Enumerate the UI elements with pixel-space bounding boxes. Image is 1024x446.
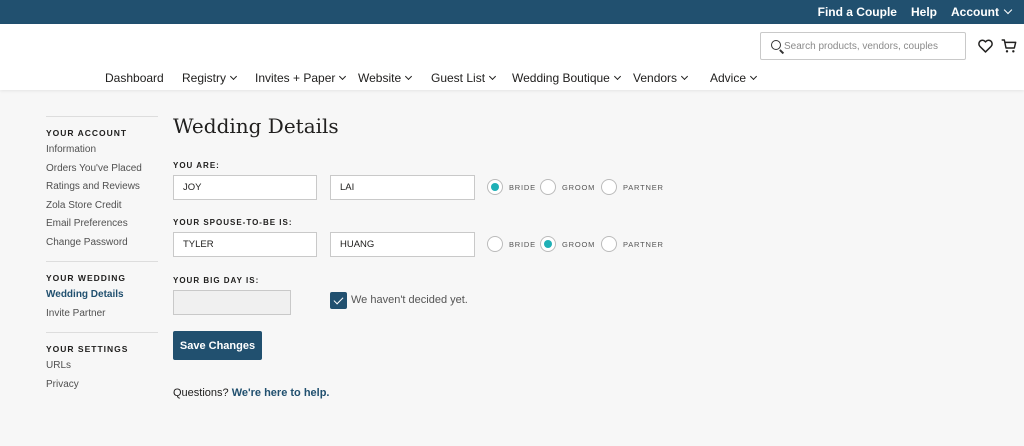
your-last-name-field[interactable]: [330, 175, 475, 200]
sidebar-item-change-password[interactable]: Change Password: [46, 234, 158, 253]
nav-invites-paper[interactable]: Invites + Paper: [255, 71, 347, 85]
your-role-radio-group: BRIDE: [487, 179, 536, 195]
undecided-checkbox[interactable]: [330, 292, 347, 309]
search-box[interactable]: [760, 32, 966, 60]
sidebar-item-email-preferences[interactable]: Email Preferences: [46, 215, 158, 234]
spouse-label: YOUR SPOUSE-TO-BE IS:: [173, 218, 293, 227]
nav-guest-list[interactable]: Guest List: [431, 71, 497, 85]
nav-label: Website: [358, 71, 402, 85]
radio-label: BRIDE: [509, 182, 536, 192]
your-first-name-field[interactable]: [173, 175, 317, 200]
spouse-role-groom-radio[interactable]: [540, 236, 556, 252]
account-label: Account: [951, 5, 999, 19]
spouse-role-partner-radio[interactable]: [601, 236, 617, 252]
radio-label: BRIDE: [509, 239, 536, 249]
help-footer: Questions? We're here to help.: [173, 387, 330, 399]
nav-registry[interactable]: Registry: [182, 71, 238, 85]
sidebar-item-privacy[interactable]: Privacy: [46, 376, 158, 395]
chevron-down-icon: [488, 72, 497, 81]
chevron-down-icon: [339, 72, 347, 81]
chevron-down-icon: [749, 72, 758, 81]
account-menu[interactable]: Account: [951, 5, 1013, 19]
nav-wedding-boutique[interactable]: Wedding Boutique: [512, 71, 621, 85]
search-icon: [771, 40, 781, 50]
your-role-radio-group: PARTNER: [601, 179, 664, 195]
account-sidebar: YOUR ACCOUNT Information Orders You've P…: [46, 116, 158, 394]
spouse-role-radio-group: BRIDE: [487, 236, 536, 252]
chevron-down-icon: [1003, 5, 1013, 15]
your-role-groom-radio[interactable]: [540, 179, 556, 195]
page-title: Wedding Details: [173, 114, 339, 138]
spouse-role-bride-radio[interactable]: [487, 236, 503, 252]
main-nav: Dashboard Registry Invites + Paper Websi…: [0, 69, 1024, 89]
wedding-date-field[interactable]: [173, 290, 291, 315]
cart-icon[interactable]: [1001, 38, 1017, 54]
sidebar-item-urls[interactable]: URLs: [46, 357, 158, 376]
help-link[interactable]: We're here to help.: [232, 387, 330, 399]
nav-website[interactable]: Website: [358, 71, 413, 85]
sidebar-section-title: YOUR SETTINGS: [46, 344, 129, 354]
sidebar-group-account: YOUR ACCOUNT Information Orders You've P…: [46, 116, 158, 252]
top-utility-bar: Find a Couple Help Account: [0, 0, 1024, 24]
radio-label: PARTNER: [623, 182, 664, 192]
sidebar-item-ratings[interactable]: Ratings and Reviews: [46, 178, 158, 197]
nav-advice[interactable]: Advice: [710, 71, 758, 85]
sidebar-item-orders[interactable]: Orders You've Placed: [46, 160, 158, 179]
nav-label: Registry: [182, 71, 227, 85]
nav-dashboard[interactable]: Dashboard: [105, 71, 164, 85]
spouse-role-radio-group: GROOM: [540, 236, 595, 252]
questions-text: Questions?: [173, 387, 229, 399]
sidebar-group-wedding: YOUR WEDDING Wedding Details Invite Part…: [46, 261, 158, 323]
nav-label: Guest List: [431, 71, 486, 85]
sidebar-group-settings: YOUR SETTINGS URLs Privacy: [46, 332, 158, 394]
nav-vendors[interactable]: Vendors: [633, 71, 689, 85]
help-link[interactable]: Help: [911, 5, 937, 19]
radio-label: PARTNER: [623, 239, 664, 249]
nav-label: Advice: [710, 71, 747, 85]
spouse-role-radio-group: PARTNER: [601, 236, 664, 252]
spouse-first-name-field[interactable]: [173, 232, 317, 257]
save-changes-button[interactable]: Save Changes: [173, 331, 262, 360]
sidebar-section-title: YOUR WEDDING: [46, 273, 126, 283]
chevron-down-icon: [613, 72, 621, 81]
undecided-label: We haven't decided yet.: [351, 294, 468, 306]
your-role-radio-group: GROOM: [540, 179, 595, 195]
nav-label: Wedding Boutique: [512, 71, 610, 85]
top-links: Find a Couple Help Account: [818, 0, 1013, 24]
heart-icon[interactable]: [978, 39, 993, 53]
you-are-label: YOU ARE:: [173, 161, 220, 170]
site-header: Dashboard Registry Invites + Paper Websi…: [0, 24, 1024, 90]
nav-label: Dashboard: [105, 71, 164, 85]
search-input[interactable]: [784, 33, 962, 59]
big-day-label: YOUR BIG DAY IS:: [173, 276, 260, 285]
spouse-last-name-field[interactable]: [330, 232, 475, 257]
chevron-down-icon: [681, 72, 689, 81]
your-role-bride-radio[interactable]: [487, 179, 503, 195]
radio-label: GROOM: [562, 239, 596, 249]
sidebar-item-wedding-details[interactable]: Wedding Details: [46, 286, 158, 305]
chevron-down-icon: [405, 72, 413, 81]
find-couple-link[interactable]: Find a Couple: [818, 5, 897, 19]
your-role-partner-radio[interactable]: [601, 179, 617, 195]
sidebar-item-invite-partner[interactable]: Invite Partner: [46, 305, 158, 324]
sidebar-item-information[interactable]: Information: [46, 141, 158, 160]
nav-label: Vendors: [633, 71, 678, 85]
sidebar-section-title: YOUR ACCOUNT: [46, 128, 128, 138]
chevron-down-icon: [229, 72, 238, 81]
nav-label: Invites + Paper: [255, 71, 336, 85]
sidebar-item-store-credit[interactable]: Zola Store Credit: [46, 197, 158, 216]
radio-label: GROOM: [562, 182, 596, 192]
